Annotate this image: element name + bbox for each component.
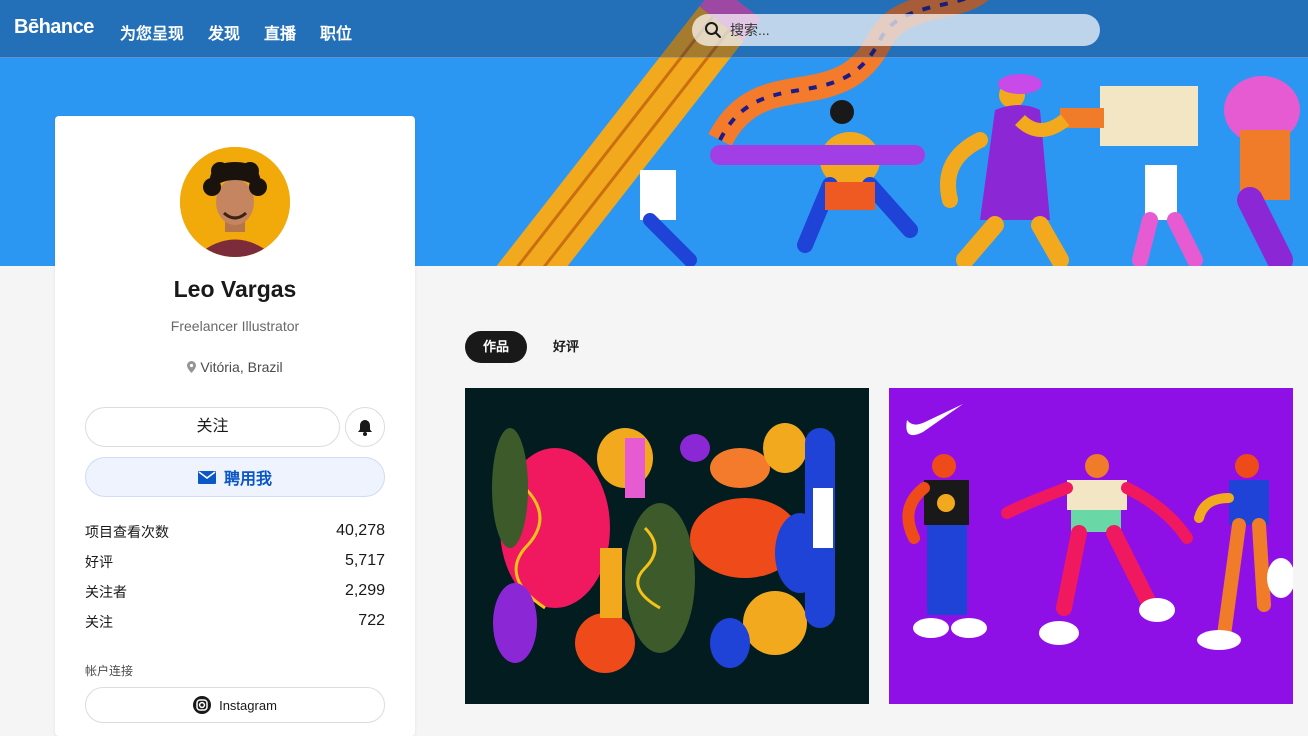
search-input[interactable] xyxy=(730,22,1070,38)
profile-stats: 项目查看次数 40,278 好评 5,717 关注者 2,299 关注 722 xyxy=(85,522,385,642)
instagram-icon xyxy=(193,696,212,714)
project-thumbnail xyxy=(465,388,869,704)
top-navbar: Bēhance 为您呈现 发现 直播 职位 xyxy=(0,0,1308,58)
main-nav: 为您呈现 发现 直播 职位 xyxy=(120,20,352,44)
nav-jobs[interactable]: 职位 xyxy=(320,20,352,44)
profile-card: Leo Vargas Freelancer Illustrator Vitóri… xyxy=(55,116,415,736)
location-pin-icon xyxy=(187,361,197,373)
notification-bell-button[interactable] xyxy=(345,407,385,447)
stat-label: 关注 xyxy=(85,614,113,630)
stat-appreciations: 好评 5,717 xyxy=(85,552,385,582)
avatar[interactable] xyxy=(180,147,290,257)
instagram-label: Instagram xyxy=(219,697,277,713)
profile-name: Leo Vargas xyxy=(173,276,297,302)
account-links-label: 帐户连接 xyxy=(85,664,134,678)
mail-icon xyxy=(197,470,216,484)
location-text: Vitória, Brazil xyxy=(200,359,283,375)
search-icon xyxy=(705,22,721,38)
nav-for-you[interactable]: 为您呈现 xyxy=(120,20,184,44)
hire-me-label: 聘用我 xyxy=(223,471,272,488)
stat-value: 5,717 xyxy=(344,552,385,569)
stat-value: 40,278 xyxy=(336,522,385,539)
tab-work[interactable]: 作品 xyxy=(465,331,528,363)
behance-logo[interactable]: Bēhance xyxy=(14,16,94,39)
instagram-link-button[interactable]: Instagram xyxy=(85,687,385,723)
follow-button[interactable]: 关注 xyxy=(85,407,340,447)
avatar-image xyxy=(180,147,290,257)
stat-value: 2,299 xyxy=(344,582,385,599)
stat-value: 722 xyxy=(358,612,385,629)
project-card[interactable] xyxy=(889,388,1293,704)
stat-label: 关注者 xyxy=(85,584,127,600)
profile-location: Vitória, Brazil xyxy=(55,359,415,375)
stat-following[interactable]: 关注 722 xyxy=(85,612,385,642)
tab-appreciations[interactable]: 好评 xyxy=(535,331,597,363)
project-thumbnail xyxy=(889,388,1293,704)
bell-icon xyxy=(358,419,372,436)
nav-discover[interactable]: 发现 xyxy=(208,20,240,44)
nav-live[interactable]: 直播 xyxy=(264,20,296,44)
stat-label: 好评 xyxy=(85,554,113,570)
profile-occupation: Freelancer Illustrator xyxy=(170,318,300,334)
hire-me-button[interactable]: 聘用我 xyxy=(85,457,385,497)
search-bar[interactable] xyxy=(692,14,1100,46)
stat-followers[interactable]: 关注者 2,299 xyxy=(85,582,385,612)
stat-label: 项目查看次数 xyxy=(85,524,169,540)
profile-tabs: 作品 好评 xyxy=(465,331,597,363)
stat-project-views: 项目查看次数 40,278 xyxy=(85,522,385,552)
project-card[interactable] xyxy=(465,388,869,704)
